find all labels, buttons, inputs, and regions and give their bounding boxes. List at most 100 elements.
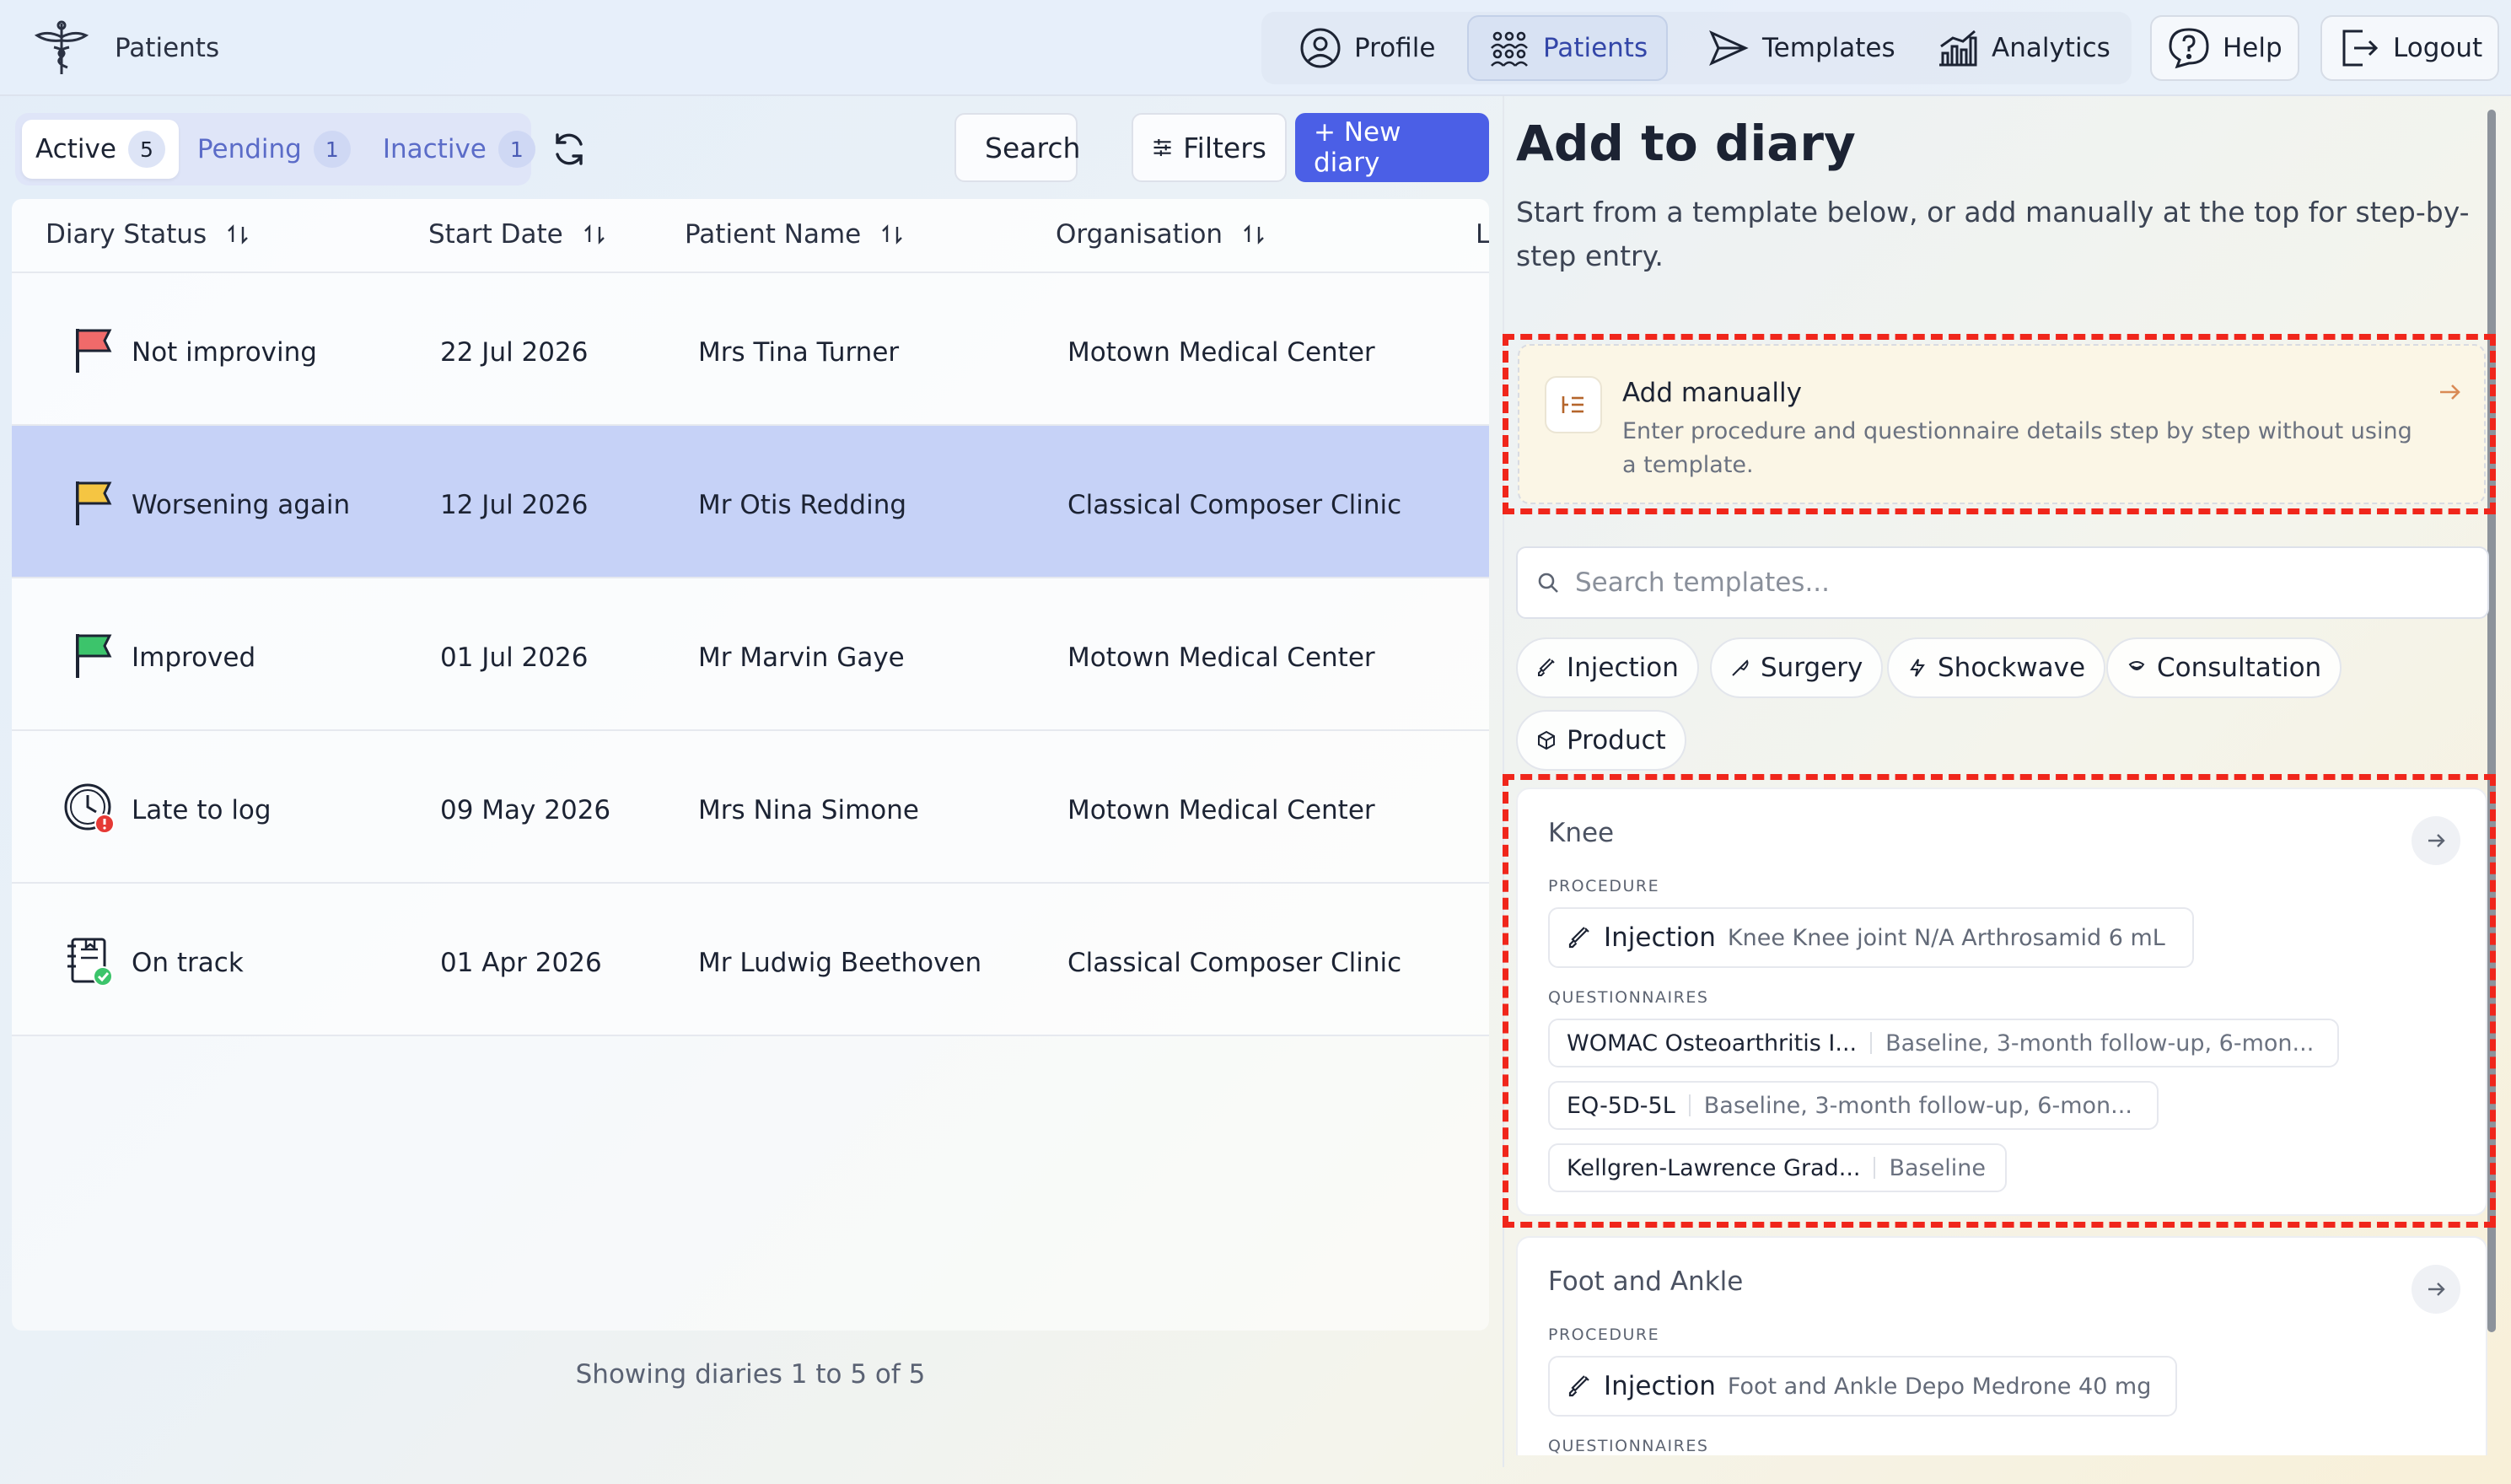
- filter-chip-label: Consultation: [2157, 653, 2322, 683]
- start-date: 01 Apr 2026: [440, 948, 602, 978]
- organisation: Classical Composer Clinic: [1067, 948, 1402, 978]
- yellow-flag-icon: [76, 481, 112, 525]
- sort-arrows-icon: [1244, 224, 1264, 245]
- table-row[interactable]: On track 01 Apr 2026 Mr Ludwig Beethoven…: [12, 884, 1489, 1036]
- procedure-pill: Injection Knee Knee joint N/A Arthrosami…: [1548, 907, 2194, 968]
- filter-chip-label: Product: [1567, 725, 1666, 755]
- new-diary-button[interactable]: + New diary: [1295, 113, 1489, 182]
- filter-chip-surgery[interactable]: Surgery: [1710, 637, 1884, 698]
- table-row[interactable]: Late to log 09 May 2026 Mrs Nina Simone …: [12, 731, 1489, 884]
- pagination-summary: Showing diaries 1 to 5 of 5: [575, 1359, 926, 1390]
- template-open-button[interactable]: [2412, 1265, 2460, 1314]
- diary-status: Worsening again: [132, 490, 351, 520]
- organisation: Motown Medical Center: [1067, 643, 1375, 673]
- nav-logout-button[interactable]: Logout: [2320, 15, 2500, 81]
- column-header-label: Organisation: [1056, 219, 1223, 250]
- filter-chip-injection[interactable]: Injection: [1516, 637, 1699, 698]
- patients-group-icon: [1491, 31, 1528, 67]
- filter-chip-label: Surgery: [1761, 653, 1863, 683]
- organisation: Motown Medical Center: [1067, 337, 1375, 368]
- column-header-label: Start Date: [428, 219, 563, 250]
- nav-help-button[interactable]: Help: [2150, 15, 2299, 81]
- nav-templates-button[interactable]: Templates: [1686, 15, 1916, 81]
- app-title: Patients: [115, 33, 220, 63]
- nav-help-label: Help: [2223, 33, 2282, 63]
- diary-status: Not improving: [132, 337, 317, 368]
- nav-analytics-label: Analytics: [1992, 33, 2110, 63]
- template-search-field[interactable]: [1516, 546, 2489, 619]
- questionnaire-name: Kellgren-Lawrence Grad...: [1567, 1154, 1861, 1181]
- pill-separator: [1870, 1032, 1873, 1054]
- tab-inactive[interactable]: Inactive 1: [369, 120, 549, 179]
- nav-analytics-button[interactable]: Analytics: [1916, 15, 2131, 81]
- template-name: Foot and Ankle: [1548, 1266, 1744, 1297]
- notebook-check-icon: [67, 938, 113, 987]
- syringe-icon: [1538, 658, 1555, 676]
- column-header-start-date[interactable]: Start Date: [428, 219, 607, 250]
- column-header-organisation[interactable]: Organisation: [1056, 219, 1266, 250]
- sort-arrows-icon: [228, 224, 249, 245]
- start-date: 01 Jul 2026: [440, 643, 589, 673]
- nav-profile-label: Profile: [1354, 33, 1436, 63]
- template-search-input[interactable]: [1575, 567, 2418, 598]
- diaries-table: Diary Status Start Date Patient Name Org…: [12, 199, 1489, 1331]
- template-card-foot-and-ankle[interactable]: Foot and Ankle PROCEDURE Injection Foot …: [1516, 1236, 2487, 1455]
- tab-inactive-count-badge: 1: [497, 131, 535, 168]
- logout-icon: [2342, 30, 2379, 67]
- list-indent-icon: [1562, 396, 1583, 413]
- search-button[interactable]: Search: [954, 113, 1081, 182]
- sliders-icon: [1153, 138, 1171, 157]
- search-button-label: Search: [985, 131, 1081, 164]
- stethoscope-icon: [2128, 661, 2145, 670]
- column-header-label: Diary Status: [46, 219, 207, 250]
- diary-status: Improved: [132, 643, 256, 673]
- add-manually-card[interactable]: Add manually Enter procedure and questio…: [1518, 344, 2486, 504]
- caduceus-logo-icon: [34, 20, 89, 74]
- nav-logout-label: Logout: [2393, 33, 2483, 63]
- template-name: Knee: [1548, 818, 1615, 848]
- column-header-patient-name[interactable]: Patient Name: [685, 219, 905, 250]
- column-header-truncated[interactable]: L: [1476, 219, 1489, 250]
- questionnaires-section-label: QUESTIONNAIRES: [1548, 988, 1709, 1007]
- filter-chip-product[interactable]: Product: [1516, 710, 1686, 771]
- patient-name: Mr Marvin Gaye: [698, 643, 905, 673]
- filter-chip-shockwave[interactable]: Shockwave: [1887, 637, 2106, 698]
- column-header-diary-status[interactable]: Diary Status: [46, 219, 250, 250]
- panel-divider: [1503, 96, 1504, 1467]
- questionnaire-pill: EQ-5D-5L Baseline, 3-month follow-up, 6-…: [1548, 1081, 2159, 1130]
- filter-chip-consultation[interactable]: Consultation: [2106, 637, 2342, 698]
- green-flag-icon: [76, 634, 112, 678]
- table-header: Diary Status Start Date Patient Name Org…: [12, 199, 1489, 273]
- organisation: Motown Medical Center: [1067, 795, 1375, 825]
- help-question-icon: [2169, 28, 2209, 69]
- tab-active[interactable]: Active 5: [22, 120, 179, 179]
- arrow-right-icon: [2428, 1282, 2445, 1296]
- syringe-icon: [1568, 1375, 1589, 1397]
- nav-patients-button[interactable]: Patients: [1467, 15, 1669, 81]
- bar-chart-icon: [1939, 30, 1977, 67]
- sort-arrows-icon: [882, 224, 903, 245]
- user-circle-icon: [1300, 28, 1341, 68]
- table-row[interactable]: Worsening again 12 Jul 2026 Mr Otis Redd…: [12, 426, 1489, 578]
- template-open-button[interactable]: [2412, 816, 2460, 865]
- lightning-bolt-icon: [1910, 659, 1925, 677]
- template-card-knee[interactable]: Knee PROCEDURE Injection Knee Knee joint…: [1516, 788, 2487, 1216]
- pill-separator: [1688, 1094, 1691, 1116]
- tab-pending[interactable]: Pending 1: [184, 120, 364, 179]
- nav-patients-label: Patients: [1543, 33, 1648, 63]
- nav-profile-button[interactable]: Profile: [1278, 15, 1455, 81]
- questionnaire-name: EQ-5D-5L: [1567, 1092, 1675, 1119]
- table-row[interactable]: Not improving 22 Jul 2026 Mrs Tina Turne…: [12, 273, 1489, 426]
- add-manually-description: Enter procedure and questionnaire detail…: [1622, 418, 2412, 478]
- filters-button[interactable]: Filters: [1132, 113, 1287, 182]
- filter-chip-label: Injection: [1567, 653, 1679, 683]
- refresh-icon[interactable]: [546, 126, 592, 172]
- procedure-section-label: PROCEDURE: [1548, 877, 1660, 895]
- procedure-detail: Knee Knee joint N/A Arthrosamid 6 mL: [1727, 924, 2165, 951]
- panel-scrollbar[interactable]: [2487, 110, 2496, 1332]
- procedure-type: Injection: [1604, 922, 1716, 953]
- table-row[interactable]: Improved 01 Jul 2026 Mr Marvin Gaye Moto…: [12, 578, 1489, 731]
- patient-name: Mrs Tina Turner: [698, 337, 900, 368]
- tab-active-count-badge: 5: [127, 131, 165, 168]
- tab-pending-count-badge: 1: [313, 131, 351, 168]
